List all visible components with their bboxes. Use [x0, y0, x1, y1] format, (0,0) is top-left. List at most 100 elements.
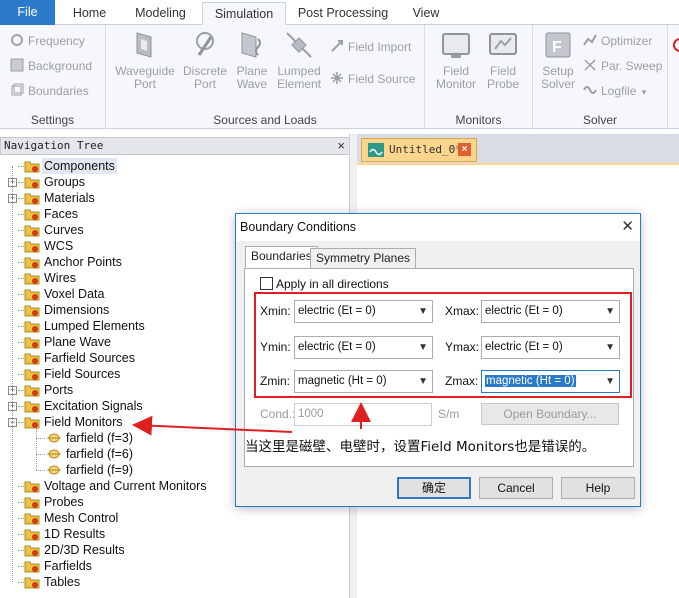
waveguide-port-icon [136, 32, 152, 58]
tree-child-spine [36, 428, 37, 470]
folder-icon [24, 257, 40, 269]
background-label: Background [28, 59, 93, 73]
logfile-button[interactable]: Logfile ▾ [583, 81, 646, 101]
field-import-label: Field Import [348, 40, 412, 54]
apply-all-label: Apply in all directions [276, 277, 389, 291]
dialog-close-icon[interactable]: ✕ [621, 214, 634, 240]
tab-boundaries[interactable]: Boundaries [245, 246, 318, 268]
folder-icon [24, 545, 40, 557]
tree-connector [36, 454, 45, 455]
cond-label: Cond.: [260, 407, 296, 421]
settings-group: Frequency Background Boundaries Settings [0, 25, 106, 129]
monitors-group: Field Monitor Field Probe Monitors [425, 25, 533, 129]
tab-modeling[interactable]: Modeling [124, 2, 197, 25]
par-sweep-button[interactable]: Par. Sweep [583, 56, 662, 76]
document-icon [368, 143, 384, 157]
tree-item[interactable]: 1D Results [0, 526, 348, 542]
discrete-port-label-2: Port [193, 77, 216, 91]
field-source-button[interactable]: Field Source [330, 69, 415, 89]
field-source-label: Field Source [348, 72, 416, 86]
tree-item[interactable]: 2D/3D Results [0, 542, 348, 558]
field-monitor-label-2: Monitor [435, 77, 476, 91]
tree-item-label: Dimensions [44, 303, 110, 317]
plane-wave-label-2: Wave [236, 77, 268, 91]
folder-icon [24, 497, 40, 509]
lumped-element-label-2: Element [276, 77, 322, 91]
tree-item[interactable]: Components [0, 158, 348, 174]
setup-solver-button[interactable]: F Setup Solver [537, 29, 579, 91]
waveguide-port-button[interactable]: Waveguide Port [112, 29, 178, 91]
dialog-titlebar: Boundary Conditions ✕ [236, 214, 640, 241]
tree-item-label: farfield (f=3) [66, 431, 134, 445]
farfield-monitor-icon [47, 465, 61, 475]
cond-input[interactable]: 1000 [294, 403, 432, 426]
cond-value: 1000 [298, 408, 324, 420]
lumped-element-button[interactable]: Lumped Element [274, 29, 324, 91]
tree-item-label: Farfields [44, 559, 92, 573]
boundaries-label: Boundaries [28, 84, 89, 98]
tab-post-processing[interactable]: Post Processing [293, 2, 393, 25]
ok-button[interactable]: 确定 [397, 477, 471, 499]
help-button[interactable]: Help [561, 477, 635, 499]
optimizer-button[interactable]: Optimizer [583, 31, 652, 51]
dialog-title: Boundary Conditions [240, 220, 357, 234]
boundaries-button[interactable]: Boundaries [10, 81, 89, 101]
folder-icon [24, 529, 40, 541]
folder-icon [24, 337, 40, 349]
nav-close-icon[interactable]: × [337, 138, 345, 154]
logfile-label: Logfile [601, 84, 637, 98]
farfield-monitor-icon [47, 449, 61, 459]
tree-connector [36, 470, 45, 471]
apply-all-checkbox[interactable] [260, 277, 273, 290]
folder-icon [24, 273, 40, 285]
plane-wave-icon [241, 32, 261, 58]
folder-icon [24, 577, 40, 589]
document-tab[interactable]: Untitled_0* × [361, 138, 477, 162]
document-tab-label: Untitled_0* [389, 143, 462, 156]
cond-unit: S/m [438, 407, 460, 421]
annotation-text: 当这里是磁壁、电壁时，设置Field Monitors也是错误的。 [245, 439, 596, 455]
setup-solver-label-2: Solver [540, 77, 575, 91]
field-probe-button[interactable]: Field Probe [481, 29, 525, 91]
folder-icon [24, 321, 40, 333]
tree-item[interactable]: Farfields [0, 558, 348, 574]
field-import-icon [330, 39, 344, 53]
tree-item[interactable]: + Materials [0, 190, 348, 206]
frequency-button[interactable]: Frequency [10, 31, 85, 51]
tab-simulation[interactable]: Simulation [202, 2, 286, 26]
tree-item[interactable]: Tables [0, 574, 348, 590]
cancel-button[interactable]: Cancel [479, 477, 553, 499]
folder-icon [24, 289, 40, 301]
field-monitor-button[interactable]: Field Monitor [431, 29, 481, 91]
folder-icon [24, 513, 40, 525]
field-probe-icon [489, 33, 517, 55]
tree-item-label: farfield (f=9) [66, 463, 134, 477]
frequency-label: Frequency [28, 34, 85, 48]
boundaries-icon [10, 83, 24, 97]
tree-item-label: Farfield Sources [44, 351, 136, 365]
background-button[interactable]: Background [10, 56, 92, 76]
folder-icon [24, 161, 40, 173]
tree-item-label: Materials [44, 191, 95, 205]
tab-view[interactable]: View [402, 2, 450, 25]
tab-symmetry-planes[interactable]: Symmetry Planes [310, 248, 417, 268]
document-close-icon[interactable]: × [458, 143, 471, 156]
tree-item[interactable]: + Groups [0, 174, 348, 190]
folder-icon [24, 401, 40, 413]
open-boundary-button[interactable]: Open Boundary... [481, 403, 619, 425]
tree-item[interactable]: Mesh Control [0, 510, 348, 526]
optimizer-icon [583, 33, 597, 47]
tree-item-label: Faces [44, 207, 79, 221]
tab-home[interactable]: Home [62, 2, 117, 25]
folder-icon [24, 353, 40, 365]
folder-icon [24, 193, 40, 205]
monitors-group-label: Monitors [455, 113, 502, 127]
tree-item-label: Plane Wave [44, 335, 111, 349]
tab-file[interactable]: File [0, 0, 55, 25]
settings-group-label: Settings [30, 113, 75, 127]
tree-item-label: Mesh Control [44, 511, 119, 525]
plane-wave-button[interactable]: Plane Wave [232, 29, 272, 91]
tree-item-label: Field Sources [44, 367, 121, 381]
discrete-port-button[interactable]: Discrete Port [178, 29, 232, 91]
field-import-button[interactable]: Field Import [330, 37, 411, 57]
